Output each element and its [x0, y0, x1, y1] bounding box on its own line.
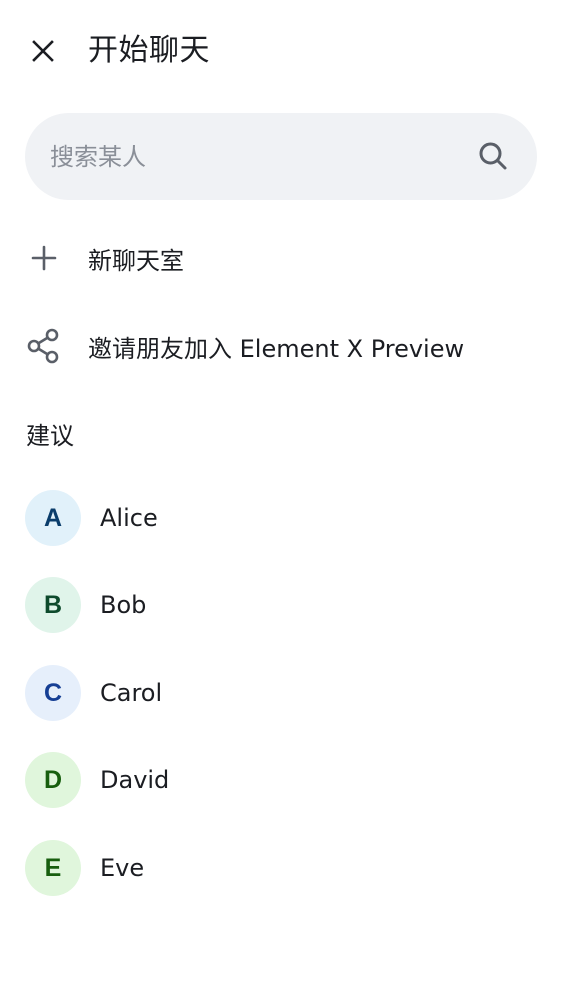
close-icon — [32, 40, 54, 62]
suggestion-carol[interactable]: C Carol — [0, 653, 562, 733]
plus-icon — [26, 240, 62, 276]
new-room-label: 新聊天室 — [88, 246, 184, 275]
close-button[interactable] — [20, 28, 66, 74]
avatar: C — [25, 665, 81, 721]
suggestion-alice[interactable]: A Alice — [0, 478, 562, 558]
invite-friends-label: 邀请朋友加入 Element X Preview — [88, 334, 465, 363]
suggestion-david[interactable]: D David — [0, 740, 562, 820]
search-bar[interactable] — [25, 113, 537, 200]
avatar: B — [25, 577, 81, 633]
search-input[interactable] — [50, 113, 470, 200]
invite-friends-button[interactable]: 邀请朋友加入 Element X Preview — [0, 314, 562, 378]
person-name: David — [100, 766, 170, 794]
person-name: Carol — [100, 679, 163, 707]
suggestions-heading: 建议 — [26, 422, 74, 450]
top-app-bar: 开始聊天 — [0, 0, 562, 104]
avatar: A — [25, 490, 81, 546]
page-title: 开始聊天 — [88, 33, 210, 68]
avatar: E — [25, 840, 81, 896]
person-name: Eve — [100, 854, 145, 882]
start-chat-screen: 开始聊天 新聊天室 邀请朋友加入 Element X Preview 建议 — [0, 0, 562, 1000]
avatar: D — [25, 752, 81, 808]
share-icon — [26, 328, 62, 364]
search-icon[interactable] — [478, 141, 508, 171]
suggestion-eve[interactable]: E Eve — [0, 828, 562, 908]
person-name: Alice — [100, 504, 158, 532]
suggestion-bob[interactable]: B Bob — [0, 565, 562, 645]
person-name: Bob — [100, 591, 147, 619]
new-room-button[interactable]: 新聊天室 — [0, 226, 562, 290]
